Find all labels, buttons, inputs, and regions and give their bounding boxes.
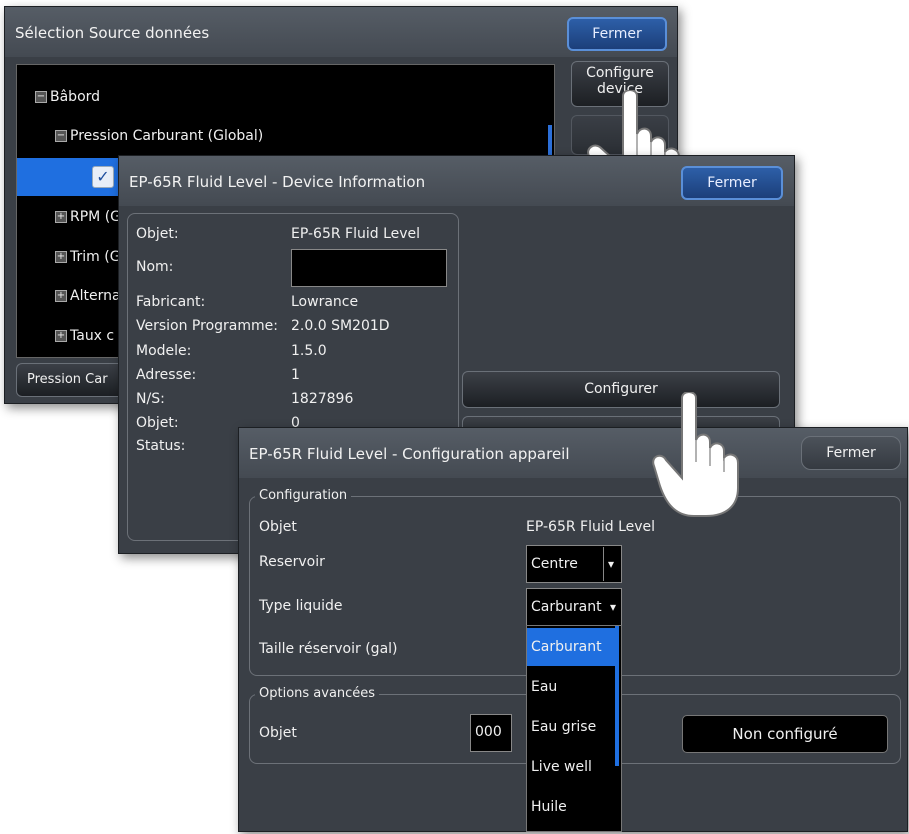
dialog-title: EP-65R Fluid Level - Configuration appar…	[249, 445, 570, 463]
tree-item-trim[interactable]: + Trim (G	[55, 249, 121, 265]
tree-item-pression[interactable]: − Pression Carburant (Global)	[55, 128, 263, 144]
info-value: EP-65R Fluid Level	[291, 226, 421, 242]
tree-item-label: Trim (G	[70, 249, 121, 265]
dropdown-arrow-icon[interactable]: ▾	[603, 547, 618, 581]
non-configure-button[interactable]: Non configuré	[682, 715, 888, 753]
expand-icon[interactable]: +	[55, 251, 67, 263]
type-liquide-label: Type liquide	[259, 598, 343, 614]
advanced-objet-input[interactable]: 000	[470, 714, 512, 752]
type-liquide-dropdown[interactable]: Carburant Eau Eau grise Live well Huile	[526, 625, 622, 832]
select-value: Carburant	[531, 599, 602, 615]
collapse-icon[interactable]: −	[35, 91, 47, 103]
group-title: Options avancées	[255, 686, 380, 701]
hand-pointer-icon	[652, 392, 739, 517]
footer-label: Pression Car	[27, 372, 108, 387]
tree-item-label: Bâbord	[50, 89, 101, 105]
close-button[interactable]: Fermer	[801, 436, 901, 470]
reservoir-select[interactable]: Centre ▾	[526, 545, 622, 583]
close-button[interactable]: Fermer	[567, 17, 667, 51]
info-label: Version Programme:	[136, 318, 278, 334]
info-label: Fabricant:	[136, 294, 206, 310]
type-liquide-select[interactable]: Carburant ▾	[526, 588, 622, 626]
advanced-objet-label: Objet	[259, 725, 297, 741]
collapse-icon[interactable]: −	[55, 130, 67, 142]
info-value: 1	[291, 367, 300, 383]
info-label: Nom:	[136, 259, 174, 275]
name-input[interactable]	[291, 249, 447, 287]
dropdown-option-eau-grise[interactable]: Eau grise	[527, 708, 615, 746]
taille-reservoir-label: Taille réservoir (gal)	[259, 641, 398, 657]
configuration-dialog: EP-65R Fluid Level - Configuration appar…	[238, 427, 908, 832]
dropdown-option-eau[interactable]: Eau	[527, 668, 615, 706]
info-value: 1827896	[291, 391, 354, 407]
tree-item-label: Taux c	[70, 328, 115, 344]
select-value: Centre	[531, 556, 578, 572]
dropdown-option-carburant[interactable]: Carburant	[527, 628, 615, 666]
info-value: Lowrance	[291, 294, 359, 310]
dialog-title: EP-65R Fluid Level - Device Information	[129, 173, 426, 191]
group-title: Configuration	[255, 488, 352, 503]
objet-label: Objet	[259, 519, 297, 535]
info-label: N/S:	[136, 391, 165, 407]
reservoir-label: Reservoir	[259, 554, 325, 570]
tree-item-rpm[interactable]: + RPM (G	[55, 209, 121, 225]
info-value: 1.5.0	[291, 343, 327, 359]
expand-icon[interactable]: +	[55, 330, 67, 342]
checkbox-checked-icon[interactable]: ✓	[92, 166, 114, 188]
dropdown-scrollbar[interactable]	[615, 626, 619, 766]
dialog-title: Sélection Source données	[15, 24, 210, 42]
info-label: Modele:	[136, 343, 192, 359]
info-value: 2.0.0 SM201D	[291, 318, 390, 334]
tree-item-taux[interactable]: + Taux c	[55, 328, 114, 344]
tree-item-babord[interactable]: − Bâbord	[35, 89, 100, 105]
expand-icon[interactable]: +	[55, 290, 67, 302]
input-value: 000	[475, 724, 502, 740]
tree-item-label: Alterna	[70, 288, 121, 304]
tree-scrollbar[interactable]	[548, 125, 552, 155]
info-label: Adresse:	[136, 367, 197, 383]
close-button[interactable]: Fermer	[681, 166, 783, 200]
tree-item-label: RPM (G	[70, 209, 122, 225]
objet-value: EP-65R Fluid Level	[526, 519, 656, 535]
dropdown-option-huile[interactable]: Huile	[527, 788, 615, 826]
dropdown-option-live-well[interactable]: Live well	[527, 748, 615, 786]
info-label: Status:	[136, 438, 186, 454]
info-label: Objet:	[136, 226, 179, 242]
tree-item-label: Pression Carburant (Global)	[70, 128, 264, 144]
dropdown-arrow-icon[interactable]: ▾	[607, 600, 619, 614]
expand-icon[interactable]: +	[55, 211, 67, 223]
info-label: Objet:	[136, 415, 179, 431]
tree-item-alternateur[interactable]: + Alterna	[55, 288, 121, 304]
